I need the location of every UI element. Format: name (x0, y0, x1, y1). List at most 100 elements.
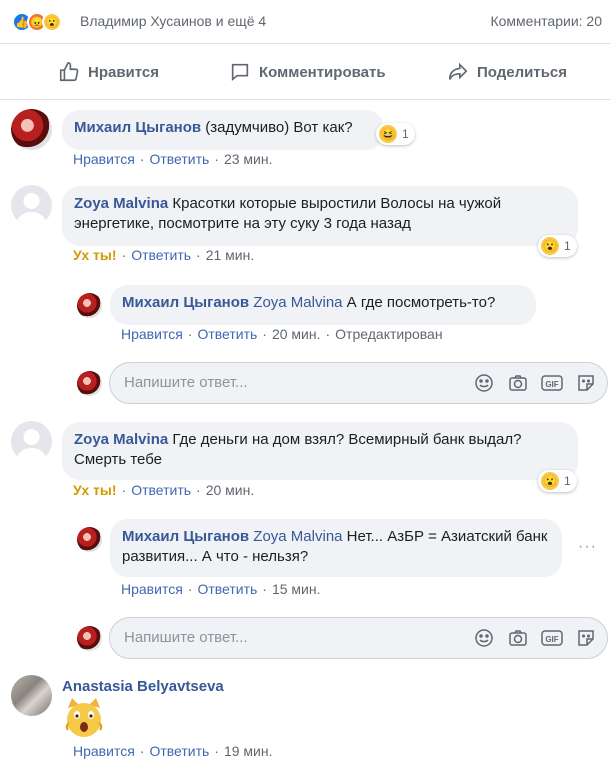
avatar[interactable] (11, 185, 52, 226)
comment-button[interactable]: Комментировать (229, 44, 386, 100)
reaction-count: 1 (564, 474, 571, 488)
separator: · (262, 326, 267, 342)
reply-link[interactable]: Ответить (197, 326, 257, 342)
thumbs-up-icon (59, 62, 79, 82)
reply-input[interactable]: Напишите ответ... GIF (109, 362, 608, 404)
like-button[interactable]: Нравится (58, 44, 159, 100)
avatar[interactable] (11, 109, 52, 150)
reaction-badge[interactable]: 😮 1 (538, 235, 577, 257)
reaction-badge[interactable]: 😆 1 (376, 123, 415, 145)
camera-icon[interactable] (507, 627, 529, 649)
comment-meta: Нравится · Ответить · 23 мин. (73, 151, 273, 167)
speech-bubble-icon (231, 63, 249, 82)
emoji-icon[interactable] (473, 627, 495, 649)
share-button-label: Поделиться (477, 63, 568, 81)
separator: · (214, 151, 219, 167)
avatar[interactable] (11, 675, 52, 716)
reply-bubble: Михаил Цыганов Zoya Malvina А где посмот… (110, 285, 536, 325)
like-link[interactable]: Нравится (73, 743, 135, 759)
reaction-label[interactable]: Ух ты! (73, 247, 117, 263)
reply-time[interactable]: 20 мин. (272, 326, 321, 342)
separator: · (187, 326, 193, 342)
separator: · (121, 247, 127, 263)
separator: · (196, 247, 201, 263)
wow-icon: 😮 (42, 12, 62, 32)
comment-author[interactable]: Михаил Цыганов (74, 119, 201, 136)
mention-link[interactable]: Zoya Malvina (253, 294, 342, 311)
camera-icon[interactable] (507, 372, 529, 394)
separator: · (121, 482, 127, 498)
comment-meta: Нравится · Ответить · 19 мин. (73, 743, 273, 759)
comment-bubble: Михаил Цыганов (задумчиво) Вот как? (62, 110, 384, 150)
comment-author[interactable]: Anastasia Belyavtseva (62, 678, 224, 695)
reply-text: А где посмотреть-то? (346, 294, 496, 311)
comment-meta: Ух ты! · Ответить · 21 мин. (73, 247, 254, 263)
share-button[interactable]: Поделиться (447, 44, 567, 100)
haha-icon: 😆 (379, 125, 397, 143)
avatar[interactable] (77, 527, 102, 552)
mention-link[interactable]: Zoya Malvina (253, 528, 342, 545)
gif-icon[interactable]: GIF (541, 627, 563, 649)
reply-bubble: Михаил Цыганов Zoya Malvina Нет... АзБР … (110, 519, 562, 577)
avatar[interactable] (11, 421, 52, 462)
reaction-badge[interactable]: 😮 1 (538, 470, 577, 492)
reaction-icons[interactable]: 👍 😠 😮 (12, 12, 62, 32)
like-button-label: Нравится (88, 63, 160, 81)
reaction-count: 1 (564, 239, 571, 253)
reply-link[interactable]: Ответить (131, 247, 191, 263)
reply-link[interactable]: Ответить (149, 743, 209, 759)
like-link[interactable]: Нравится (73, 151, 135, 167)
like-link[interactable]: Нравится (121, 581, 183, 597)
composer-tools: GIF (461, 627, 597, 649)
sticker-icon[interactable] (575, 372, 597, 394)
comment-time[interactable]: 23 мин. (224, 151, 273, 167)
reply-time[interactable]: 15 мин. (272, 581, 321, 597)
comment-meta: Ух ты! · Ответить · 20 мин. (73, 482, 254, 498)
composer-tools: GIF (461, 372, 597, 394)
reply-link[interactable]: Ответить (149, 151, 209, 167)
post-action-bar: Нравится Комментировать Поделиться (0, 44, 610, 100)
reply-meta: Нравится · Ответить · 20 мин. · Отредактирован (121, 326, 443, 342)
separator: · (325, 326, 331, 342)
reply-meta: Нравится · Ответить · 15 мин. (121, 581, 321, 597)
separator: · (214, 743, 219, 759)
svg-text:GIF: GIF (545, 635, 558, 644)
post-summary-bar: 👍 😠 😮 Владимир Хусаинов и ещё 4 Коммента… (0, 0, 610, 44)
emoji-icon[interactable] (473, 372, 495, 394)
avatar (77, 626, 102, 651)
reply-author[interactable]: Михаил Цыганов (122, 528, 249, 545)
separator: · (139, 743, 145, 759)
edited-label[interactable]: Отредактирован (335, 326, 442, 342)
reply-author[interactable]: Михаил Цыганов (122, 294, 249, 311)
wow-icon: 😮 (541, 472, 559, 490)
avatar[interactable] (77, 293, 102, 318)
comment-time[interactable]: 21 мин. (206, 247, 255, 263)
reaction-label[interactable]: Ух ты! (73, 482, 117, 498)
share-arrow-icon (448, 62, 468, 80)
reply-link[interactable]: Ответить (131, 482, 191, 498)
sticker-icon[interactable] (575, 627, 597, 649)
comment-author[interactable]: Zoya Malvina (74, 195, 168, 212)
more-options-button[interactable]: ··· (578, 538, 597, 556)
separator: · (187, 581, 193, 597)
separator: · (196, 482, 201, 498)
separator: · (139, 151, 145, 167)
like-link[interactable]: Нравится (121, 326, 183, 342)
gif-icon[interactable]: GIF (541, 372, 563, 394)
shocked-cat-sticker (65, 698, 103, 737)
separator: · (262, 581, 267, 597)
comment-author[interactable]: Zoya Malvina (74, 431, 168, 448)
reply-link[interactable]: Ответить (197, 581, 257, 597)
reaction-count: 1 (402, 127, 409, 141)
reply-input[interactable]: Напишите ответ... GIF (109, 617, 608, 659)
comment-time[interactable]: 20 мин. (206, 482, 255, 498)
comment-bubble: Zoya Malvina Где деньги на дом взял? Все… (62, 422, 578, 480)
reaction-names[interactable]: Владимир Хусаинов и ещё 4 (80, 13, 266, 29)
default-user-icon (16, 193, 47, 226)
comment-text: (задумчиво) Вот как? (205, 119, 353, 136)
svg-text:GIF: GIF (545, 380, 558, 389)
comment-time[interactable]: 19 мин. (224, 743, 273, 759)
comment-count[interactable]: Комментарии: 20 (490, 13, 602, 29)
reply-placeholder: Напишите ответ... (124, 629, 248, 646)
comment-button-label: Комментировать (259, 63, 386, 81)
